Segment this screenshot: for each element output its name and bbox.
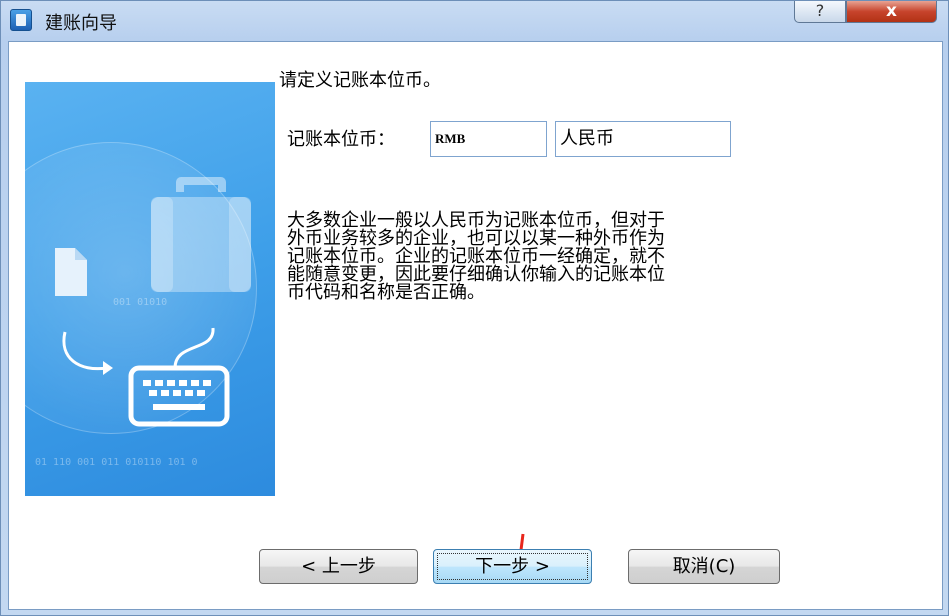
- prev-button[interactable]: < 上一步: [259, 549, 418, 584]
- cancel-button[interactable]: 取消(C): [628, 549, 780, 584]
- description-text: 大多数企业一般以人民币为记账本位币，但对于 外币业务较多的企业，也可以以某一种外…: [287, 212, 807, 302]
- description-line: 币代码和名称是否正确。: [287, 282, 485, 303]
- keyboard-icon: [128, 327, 230, 427]
- window-title: 建账向导: [45, 13, 117, 34]
- currency-label: 记账本位币：: [287, 129, 395, 150]
- binary-decoration: 01 110 001 011 010110 101 0: [35, 457, 198, 468]
- title-bar[interactable]: 建账向导 ? x: [1, 1, 949, 41]
- wizard-window: 建账向导 ? x 001 01010 01 110 001 011 010110…: [0, 0, 949, 616]
- suitcase-icon: [151, 177, 251, 292]
- document-icon: [55, 248, 87, 296]
- help-button[interactable]: ?: [794, 1, 846, 23]
- focus-rectangle: [437, 553, 588, 580]
- currency-code-input[interactable]: RMB: [430, 121, 547, 157]
- app-icon: [10, 9, 32, 31]
- wizard-body: 001 01010 01 110 001 011 010110 101 0 请定…: [8, 41, 943, 610]
- currency-name-input[interactable]: 人民币: [555, 121, 731, 157]
- curved-arrow-icon: [62, 331, 113, 375]
- wizard-side-image: 001 01010 01 110 001 011 010110 101 0: [25, 82, 275, 496]
- next-button[interactable]: 下一步 >: [433, 549, 592, 584]
- binary-decoration: 001 01010: [113, 297, 168, 308]
- close-button[interactable]: x: [846, 1, 937, 23]
- prompt-text: 请定义记账本位币。: [279, 70, 441, 91]
